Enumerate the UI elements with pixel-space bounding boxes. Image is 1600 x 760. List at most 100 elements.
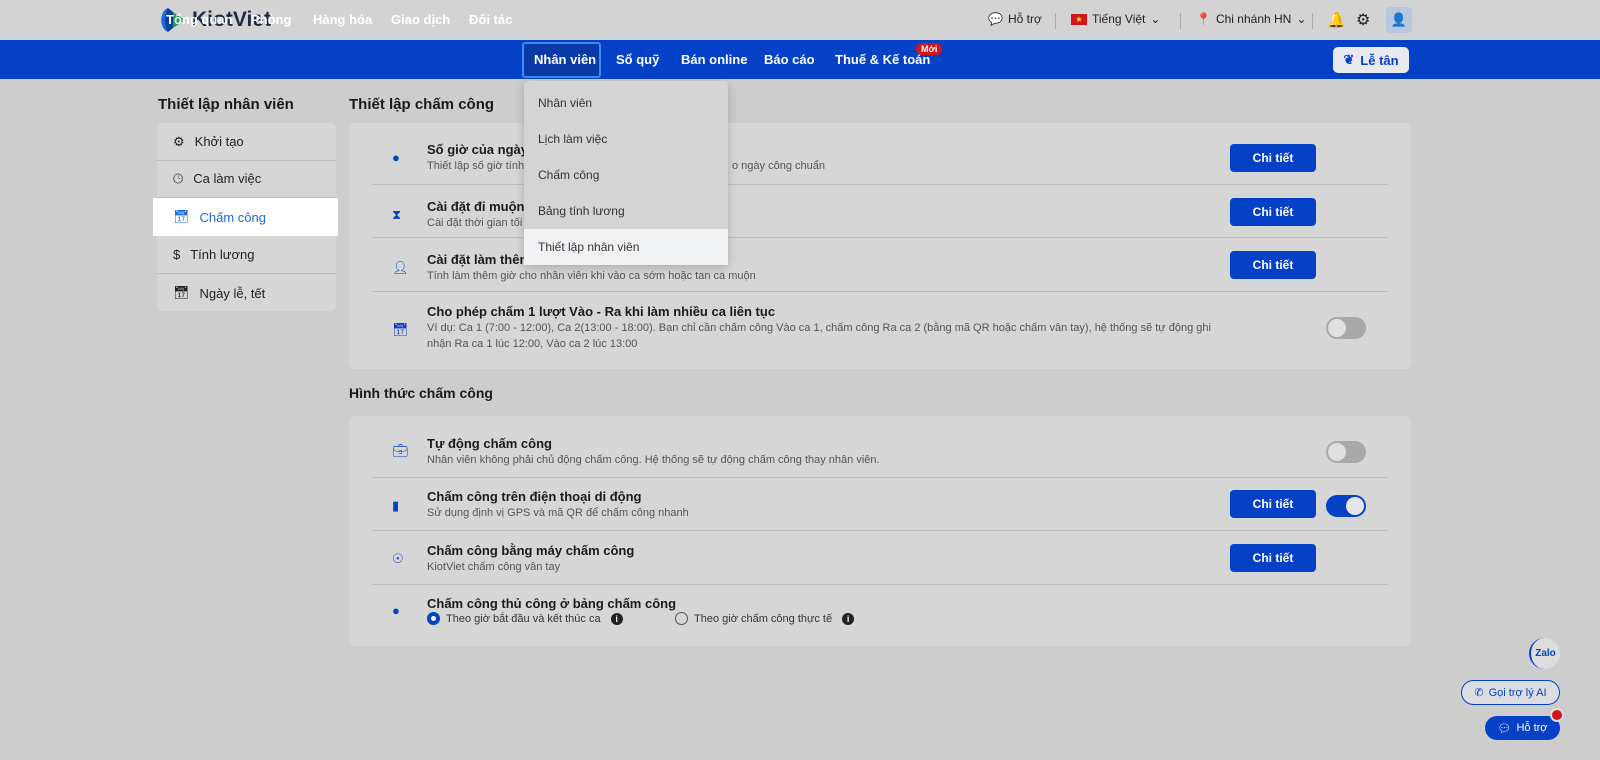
divider	[1055, 13, 1056, 29]
support-label: Hỗ trợ	[1516, 722, 1548, 734]
setting-row: 💼︎ Tự động chấm công Nhân viên không phả…	[372, 416, 1388, 478]
setting-title: Cài đặt đi muộn -	[427, 199, 533, 214]
setting-row: ● Chấm công thủ công ở bảng chấm công Th…	[372, 585, 1388, 646]
ai-assistant-button[interactable]: ✆ Gọi trợ lý AI	[1461, 680, 1560, 705]
mobile-phone-icon: ▮	[392, 498, 400, 513]
nav-overview[interactable]: Tổng quan	[166, 12, 232, 27]
setting-title: Chấm công trên điện thoại di động	[427, 489, 642, 504]
calendar-edit-icon: 📅︎	[173, 209, 190, 224]
staff-dropdown-menu: Nhân viên Lịch làm việc Chấm công Bảng t…	[524, 81, 728, 265]
sidebar-item-label: Chấm công	[199, 209, 266, 225]
avatar[interactable]: 👤	[1386, 7, 1412, 33]
user-clock-icon: 👤︎	[392, 260, 409, 275]
nav-rooms[interactable]: Phòng	[251, 12, 291, 27]
briefcase-clock-icon: 💼︎	[392, 443, 409, 458]
sidebar-title: Thiết lập nhân viên	[158, 96, 294, 113]
zalo-button[interactable]: Zalo	[1529, 638, 1560, 669]
section-title: Hình thức chấm công	[349, 385, 493, 401]
info-icon[interactable]: i	[842, 612, 855, 625]
setting-desc-tail: o ngày công chuẩn	[732, 160, 825, 172]
sidebar-item-label: Ca làm việc	[193, 171, 262, 186]
setting-desc: Sử dụng định vị GPS và mã QR để chấm côn…	[427, 507, 689, 519]
bell-icon[interactable]: 🔔	[1327, 11, 1346, 29]
nav-partners[interactable]: Đối tác	[469, 12, 512, 27]
divider	[1312, 13, 1313, 29]
multi-shift-toggle[interactable]	[1326, 317, 1366, 339]
support-chat-button[interactable]: 💬︎ Hỗ trợ	[1485, 716, 1560, 740]
section-title: Thiết lập chấm công	[349, 96, 495, 113]
nav-reports[interactable]: Báo cáo	[764, 52, 815, 67]
setting-row: 📅︎ Cho phép chấm 1 lượt Vào - Ra khi làm…	[372, 292, 1388, 369]
language-select[interactable]: ★ Tiếng Việt ⌄	[1071, 12, 1160, 26]
location-pin-icon: 📍	[1196, 12, 1211, 26]
nav-products[interactable]: Hàng hóa	[313, 12, 372, 27]
setting-title: Cài đặt làm thêm	[427, 252, 532, 267]
divider	[1180, 13, 1181, 29]
sidebar-item-timekeeping[interactable]: 📅︎ Chấm công	[153, 198, 338, 236]
info-icon[interactable]: i	[610, 612, 623, 625]
nav-staff[interactable]: Nhân viên	[534, 52, 596, 67]
setting-desc: Tính làm thêm giờ cho nhân viên khi vào …	[427, 270, 756, 282]
branch-select[interactable]: 📍 Chi nhánh HN ⌄	[1196, 12, 1306, 26]
menu-item-timekeeping[interactable]: Chấm công	[524, 157, 728, 193]
menu-item-staff[interactable]: Nhân viên	[524, 85, 728, 121]
radio-selected[interactable]	[427, 612, 440, 625]
menu-item-payroll[interactable]: Bảng tính lương	[524, 193, 728, 229]
menu-item-schedule[interactable]: Lịch làm việc	[524, 121, 728, 157]
chat-bubble-icon: 💬︎	[1497, 722, 1512, 735]
chevron-down-icon: ⌄	[1296, 12, 1307, 26]
support-link[interactable]: 💬 Hỗ trợ	[988, 12, 1042, 26]
detail-button[interactable]: Chi tiết	[1230, 144, 1316, 172]
support-label: Hỗ trợ	[1007, 12, 1042, 26]
nav-transactions[interactable]: Giao dịch	[391, 12, 450, 27]
sidebar-item-payroll[interactable]: $ Tính lương	[157, 236, 336, 274]
setting-desc: Nhân viên không phải chủ động chấm công.…	[427, 454, 880, 466]
sidebar-item-init[interactable]: ⚙ Khởi tạo	[157, 123, 336, 161]
language-label: Tiếng Việt	[1092, 12, 1146, 26]
reception-label: Lễ tân	[1360, 52, 1399, 68]
sidebar-item-label: Tính lương	[190, 247, 255, 262]
clock-icon: ●	[392, 150, 400, 165]
nav-cashbook[interactable]: Sổ quỹ	[616, 52, 659, 67]
timekeeping-settings-card: ● Số giờ của ngày Thiết lập số giờ tính …	[349, 123, 1411, 369]
setting-desc: KiotViet chấm công vân tay	[427, 561, 561, 573]
setting-row: ▮ Chấm công trên điện thoại di động Sử d…	[372, 478, 1388, 531]
vietnam-flag-icon: ★	[1071, 13, 1087, 25]
sidebar-item-holidays[interactable]: 📅︎ Ngày lễ, tết	[157, 274, 336, 312]
reception-button[interactable]: ❦ Lễ tân	[1333, 47, 1409, 73]
lotus-icon: ❦	[1343, 52, 1355, 67]
gear-icon[interactable]: ⚙	[1356, 10, 1370, 30]
nav-tax-accounting[interactable]: Thuế & Kế toán	[835, 52, 930, 67]
sidebar-item-label: Khởi tạo	[194, 134, 244, 149]
mobile-timekeeping-toggle[interactable]	[1326, 495, 1366, 517]
setting-title: Chấm công bằng máy chấm công	[427, 543, 635, 558]
manual-option-actual[interactable]: Theo giờ chấm công thực tế i	[675, 612, 855, 625]
chat-icon: 💬	[988, 12, 1003, 26]
detail-button[interactable]: Chi tiết	[1230, 544, 1316, 572]
option-label: Theo giờ chấm công thực tế	[694, 612, 833, 625]
detail-button[interactable]: Chi tiết	[1230, 198, 1316, 226]
detail-button[interactable]: Chi tiết	[1230, 251, 1316, 279]
setting-row: ☉ Chấm công bằng máy chấm công KiotViet …	[372, 531, 1388, 585]
hourglass-clock-icon: ⧗	[392, 207, 402, 222]
timekeeping-methods-card: 💼︎ Tự động chấm công Nhân viên không phả…	[349, 416, 1411, 646]
gear-icon: ⚙	[173, 133, 185, 149]
setting-title: Cho phép chấm 1 lượt Vào - Ra khi làm nh…	[427, 304, 776, 319]
radio-unselected[interactable]	[675, 612, 688, 625]
manual-option-shift[interactable]: Theo giờ bắt đầu và kết thúc ca i	[427, 612, 623, 625]
detail-button[interactable]: Chi tiết	[1230, 490, 1316, 518]
calendar-clock-icon: 📅︎	[392, 322, 409, 337]
fingerprint-icon: ☉	[392, 551, 404, 566]
setting-title: Chấm công thủ công ở bảng chấm công	[427, 596, 677, 611]
menu-item-staff-settings[interactable]: Thiết lập nhân viên	[524, 229, 728, 265]
new-badge: Mới	[916, 43, 943, 55]
clock-icon: ●	[392, 603, 400, 618]
notification-dot	[1550, 708, 1564, 722]
sidebar-item-shifts[interactable]: 🕒︎ Ca làm việc	[157, 160, 336, 198]
nav-online-sales[interactable]: Bán online	[681, 52, 747, 67]
setting-title: Tự động chấm công	[427, 436, 552, 451]
chevron-down-icon: ⌄	[1150, 12, 1161, 26]
clock-icon: 🕒︎	[173, 170, 184, 186]
auto-timekeeping-toggle[interactable]	[1326, 441, 1366, 463]
setting-title: Số giờ của ngày	[427, 142, 528, 157]
